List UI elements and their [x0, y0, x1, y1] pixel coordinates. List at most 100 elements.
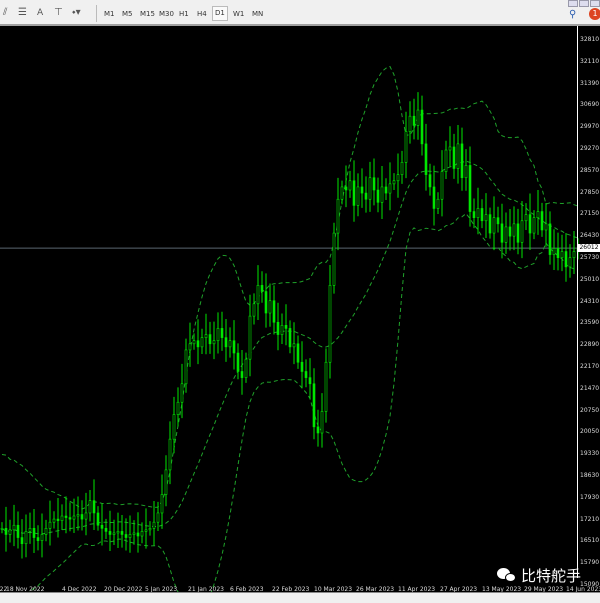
- candle-body: [420, 109, 424, 145]
- candle-body: [184, 349, 188, 385]
- text-tool-button[interactable]: A: [37, 8, 43, 18]
- timeframe-mn-button[interactable]: MN: [250, 8, 265, 20]
- current-price-label: 26012: [578, 244, 600, 252]
- candle-body: [552, 248, 556, 255]
- candle-body: [568, 257, 572, 268]
- candle-body: [448, 146, 452, 151]
- candle-body: [548, 223, 552, 255]
- candle-body: [524, 214, 528, 222]
- candle-body: [188, 343, 192, 351]
- text-label-icon[interactable]: ⊤: [54, 7, 63, 18]
- candle-body: [224, 337, 228, 348]
- candle-body: [168, 438, 172, 471]
- candle-body: [212, 340, 216, 345]
- candle-body: [292, 343, 296, 348]
- candle-body: [560, 251, 564, 258]
- candle-body: [444, 149, 448, 172]
- candle-body: [400, 162, 404, 175]
- candle-body: [28, 528, 32, 532]
- timeframe-w1-button[interactable]: W1: [231, 8, 246, 20]
- candle-body: [176, 401, 180, 415]
- candle-body: [128, 534, 132, 538]
- candle-body: [572, 251, 576, 258]
- price-tick-label: 17210: [580, 515, 600, 523]
- candle-body: [428, 174, 432, 188]
- candle-body: [4, 528, 8, 535]
- candle-body: [120, 531, 124, 535]
- candle-body: [456, 143, 460, 169]
- window-controls[interactable]: [568, 0, 600, 7]
- candle-body: [288, 328, 292, 348]
- fibo-lines-icon[interactable]: ☰: [18, 7, 27, 18]
- fibonacci-icon[interactable]: ⫽: [3, 7, 7, 18]
- candle-body: [24, 531, 28, 545]
- timeframe-m1-button[interactable]: M1: [102, 8, 117, 20]
- candle-body: [304, 371, 308, 378]
- notification-badge[interactable]: 1: [589, 8, 600, 20]
- watermark: 比特舵手: [497, 565, 581, 586]
- candle-body: [336, 198, 340, 234]
- candle-body: [116, 531, 120, 534]
- candle-body: [76, 514, 80, 517]
- bollinger-upper-band: [1, 65, 579, 510]
- candle-body: [356, 186, 360, 206]
- price-tick-label: 32110: [580, 57, 600, 65]
- candle-body: [32, 528, 36, 538]
- candle-body: [460, 143, 464, 179]
- candle-body: [192, 340, 196, 345]
- candle-body: [196, 340, 200, 348]
- candle-body: [472, 211, 476, 218]
- candle-body: [84, 512, 88, 520]
- candle-body: [440, 171, 444, 200]
- candle-body: [352, 180, 356, 206]
- timeframe-m5-button[interactable]: M5: [120, 8, 135, 20]
- candle-body: [520, 220, 524, 243]
- chart-tabs-bar: [0, 592, 600, 603]
- candle-body: [232, 340, 236, 354]
- candle-body: [272, 300, 276, 323]
- candle-body: [312, 383, 316, 428]
- candle-body: [208, 334, 212, 345]
- candle-body: [164, 469, 168, 495]
- candle-body: [464, 165, 468, 179]
- candle-body: [52, 518, 56, 523]
- candle-body: [12, 524, 16, 531]
- candle-body: [392, 180, 396, 185]
- price-tick-label: 20050: [580, 428, 600, 436]
- candle-body: [508, 226, 512, 237]
- candle-body: [320, 411, 324, 434]
- price-axis-line: [577, 26, 578, 578]
- timeframe-h1-button[interactable]: H1: [177, 8, 191, 20]
- price-tick-label: 26430: [580, 232, 600, 240]
- timeframe-m30-button[interactable]: M30: [157, 8, 176, 20]
- candle-body: [480, 208, 484, 222]
- price-tick-label: 27850: [580, 188, 600, 196]
- arrows-dropdown-icon[interactable]: ⬩▾: [72, 7, 81, 18]
- candle-body: [8, 529, 12, 535]
- candle-body: [380, 186, 384, 203]
- candle-body: [140, 531, 144, 537]
- search-icon[interactable]: ⚲: [569, 9, 576, 20]
- candle-body: [68, 517, 72, 520]
- price-tick-label: 24310: [580, 297, 600, 305]
- candle-body: [216, 328, 220, 342]
- candle-body: [432, 186, 436, 209]
- candle-body: [384, 186, 388, 194]
- timeframe-d1-button[interactable]: D1: [212, 6, 228, 21]
- timeframe-h4-button[interactable]: H4: [195, 8, 209, 20]
- candle-body: [16, 524, 20, 538]
- timeframe-m15-button[interactable]: M15: [138, 8, 157, 20]
- candle-body: [324, 361, 328, 412]
- candle-body: [48, 521, 52, 529]
- candle-body: [56, 518, 60, 521]
- price-chart[interactable]: [0, 26, 600, 592]
- watermark-text: 比特舵手: [521, 567, 582, 585]
- candle-body: [148, 528, 152, 531]
- candle-body: [144, 529, 148, 532]
- candle-body: [156, 512, 160, 523]
- bollinger-lower-band: [28, 212, 579, 592]
- candle-body: [488, 214, 492, 234]
- price-tick-label: 16510: [580, 537, 600, 545]
- candle-body: [36, 537, 40, 541]
- candle-body: [308, 377, 312, 385]
